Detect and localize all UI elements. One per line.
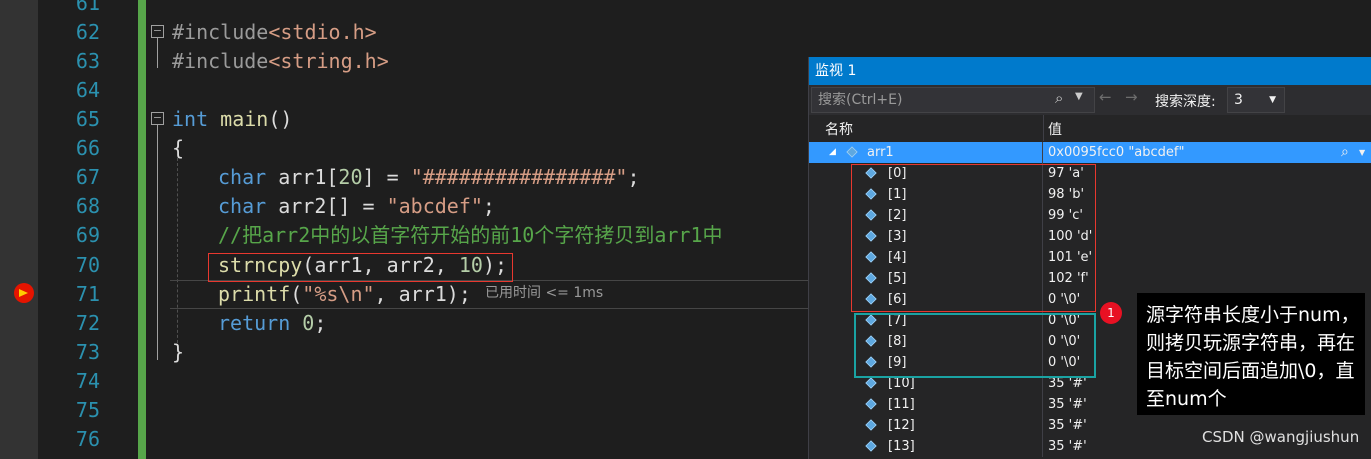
back-arrow-icon[interactable]: ← — [1099, 88, 1112, 106]
code-line-66[interactable]: { — [172, 136, 184, 160]
code-line-63[interactable]: #include<string.h> — [172, 49, 389, 73]
line-number: 66 — [75, 136, 100, 160]
code-line-69-comment[interactable]: //把arr2中的以首字符开始的前10个字符拷贝到arr1中 — [218, 223, 723, 247]
fold-guide — [157, 125, 158, 360]
fold-guide — [157, 38, 158, 68]
chevron-down-icon: ▼ — [1269, 95, 1276, 105]
watch-title[interactable]: 监视 1 — [809, 57, 1371, 85]
code-line-71[interactable]: printf("%s\n", arr1); — [218, 282, 471, 306]
copied-chars-highlight-box — [851, 164, 1096, 312]
search-depth-select[interactable]: 3 ▼ — [1227, 87, 1285, 113]
code-line-73[interactable]: } — [172, 340, 184, 364]
column-separator[interactable] — [1043, 115, 1044, 141]
breakpoint-margin[interactable] — [0, 0, 38, 459]
line-number: 74 — [75, 369, 100, 393]
annotation-note: 源字符串长度小于num，则拷贝玩源字符串，再在目标空间后面追加\0，直至num个 — [1137, 293, 1365, 415]
line-number: 69 — [75, 223, 100, 247]
watch-row-arr1[interactable]: ◢ arr1 0x0095fcc0 "abcdef" ⌕ ▼ — [809, 142, 1371, 163]
line-number: 65 — [75, 107, 100, 131]
watch-value[interactable]: 0x0095fcc0 "abcdef" — [1048, 142, 1184, 163]
line-number: 72 — [75, 311, 100, 335]
code-line-67[interactable]: char arr1[20] = "################"; — [218, 165, 639, 189]
watermark: CSDN @wangjiushun — [1202, 428, 1360, 446]
chevron-down-icon[interactable]: ▼ — [1359, 142, 1365, 163]
variable-icon — [865, 377, 877, 389]
line-number: 76 — [75, 427, 100, 451]
indent-guide — [177, 158, 178, 348]
strncpy-highlight-box — [208, 253, 513, 282]
variable-icon — [846, 146, 858, 158]
change-tracking-bar — [138, 0, 146, 459]
watch-name: [13] — [888, 439, 915, 454]
elapsed-time-hint: 已用时间 <= 1ms — [485, 285, 604, 301]
watch-name: [11] — [888, 397, 915, 412]
search-depth-value: 3 — [1234, 92, 1243, 108]
line-number: 71 — [75, 282, 100, 306]
line-number: 61 — [75, 0, 100, 15]
expand-triangle-icon[interactable]: ◢ — [829, 142, 836, 163]
chevron-down-icon[interactable]: ▼ — [1075, 91, 1083, 102]
variable-icon — [865, 419, 877, 431]
code-line-72[interactable]: return 0; — [218, 311, 326, 335]
line-number: 67 — [75, 165, 100, 189]
magnifier-icon[interactable]: ⌕ — [1341, 142, 1349, 163]
collapse-icon[interactable]: − — [151, 112, 164, 125]
line-number: 62 — [75, 20, 100, 44]
watch-toolbar: 搜索(Ctrl+E) ⌕ ▼ ← → 搜索深度: 3 ▼ — [809, 85, 1371, 115]
search-icon[interactable]: ⌕ — [1055, 89, 1063, 107]
line-number: 73 — [75, 340, 100, 364]
column-separator — [1042, 394, 1043, 415]
current-statement-arrow-icon — [19, 289, 28, 297]
code-line-62[interactable]: #include<stdio.h> — [172, 20, 377, 44]
variable-icon — [865, 440, 877, 452]
watch-value[interactable]: 35 '#' — [1048, 394, 1087, 415]
line-number: 70 — [75, 253, 100, 277]
column-separator — [1042, 436, 1043, 457]
watch-value[interactable]: 35 '#' — [1048, 415, 1087, 436]
watch-column-header: 名称 值 — [809, 115, 1371, 141]
line-number: 68 — [75, 194, 100, 218]
variable-icon — [865, 398, 877, 410]
line-number: 63 — [75, 49, 100, 73]
forward-arrow-icon[interactable]: → — [1125, 88, 1138, 106]
watch-name: arr1 — [867, 145, 894, 160]
padding-zeros-highlight-box — [854, 313, 1096, 378]
search-depth-label: 搜索深度: — [1155, 94, 1216, 110]
line-number: 64 — [75, 78, 100, 102]
watch-name: [12] — [888, 418, 915, 433]
code-line-65[interactable]: int main() — [172, 107, 292, 131]
annotation-badge: 1 — [1100, 302, 1122, 324]
code-line-68[interactable]: char arr2[] = "abcdef"; — [218, 194, 495, 218]
column-name-header[interactable]: 名称 — [825, 119, 853, 139]
watch-value[interactable]: 35 '#' — [1048, 436, 1087, 457]
watch-search-input[interactable]: 搜索(Ctrl+E) — [811, 87, 1095, 113]
column-separator — [1042, 415, 1043, 436]
search-placeholder: 搜索(Ctrl+E) — [818, 92, 903, 108]
collapse-icon[interactable]: − — [151, 25, 164, 38]
line-number: 75 — [75, 398, 100, 422]
column-value-header[interactable]: 值 — [1048, 119, 1062, 139]
column-separator — [1042, 142, 1043, 163]
